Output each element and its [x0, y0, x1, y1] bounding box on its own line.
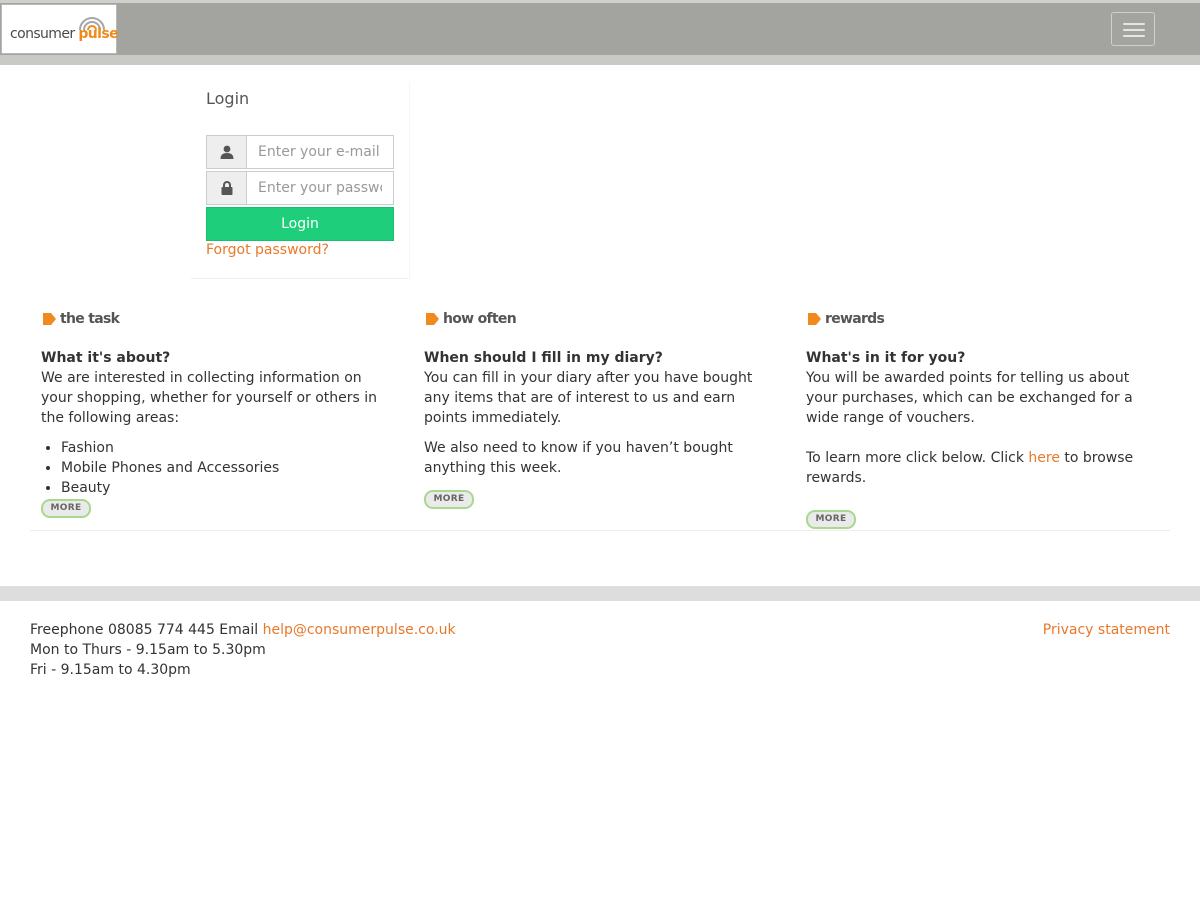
password-input-group	[206, 171, 394, 205]
footer-phone-line: Freephone 08085 774 445 Email help@consu…	[30, 620, 456, 640]
list-item: Beauty	[61, 478, 386, 498]
forgot-password-link[interactable]: Forgot password?	[206, 242, 329, 258]
column-question: When should I fill in my diary?	[424, 350, 663, 366]
password-input[interactable]	[247, 172, 393, 204]
heading-text: the task	[60, 311, 120, 327]
column-text-secondary: To learn more click below. Click here to…	[806, 448, 1151, 488]
footer-contact: Freephone 08085 774 445 Email help@consu…	[30, 620, 456, 680]
areas-list: Fashion Mobile Phones and Accessories Be…	[41, 438, 386, 498]
more-button[interactable]: MORE	[41, 499, 91, 518]
login-button[interactable]: Login	[206, 207, 394, 241]
list-item: Fashion	[61, 438, 386, 458]
email-input[interactable]	[247, 136, 393, 168]
privacy-statement-link[interactable]: Privacy statement	[1043, 620, 1170, 640]
user-icon	[220, 145, 233, 159]
phone-text: Freephone 08085 774 445 Email	[30, 622, 263, 638]
more-button[interactable]: MORE	[424, 490, 474, 509]
heading-text: how often	[443, 311, 517, 327]
user-icon-addon	[207, 136, 247, 168]
hamburger-bar	[1123, 23, 1145, 25]
hamburger-menu-button[interactable]	[1111, 12, 1155, 46]
rewards-here-link[interactable]: here	[1028, 450, 1060, 466]
footer-band	[0, 586, 1200, 601]
rewards-column: rewards What's in it for you? You will b…	[806, 309, 1151, 529]
browse-text-before: To learn more click below. Click	[806, 450, 1029, 466]
tag-icon	[43, 313, 56, 325]
task-column: the task What it's about? We are interes…	[41, 309, 386, 518]
column-question: What's in it for you?	[806, 350, 966, 366]
lock-icon	[221, 181, 232, 195]
navbar-subbar	[0, 55, 1200, 65]
tag-icon	[808, 313, 821, 325]
heading-text: rewards	[825, 311, 885, 327]
column-heading: rewards	[808, 309, 1151, 329]
footer-hours-weekday: Mon to Thurs - 9.15am to 5.30pm	[30, 642, 266, 658]
navbar	[0, 3, 1200, 55]
footer-hours-friday: Fri - 9.15am to 4.30pm	[30, 662, 191, 678]
how-often-column: how often When should I fill in my diary…	[424, 309, 769, 509]
column-text: We are interested in collecting informat…	[41, 370, 378, 426]
column-heading: the task	[43, 309, 386, 329]
list-item: Mobile Phones and Accessories	[61, 458, 386, 478]
hamburger-bar	[1123, 35, 1145, 37]
login-title: Login	[206, 89, 250, 108]
content-divider	[30, 530, 1170, 531]
site-logo[interactable]: consumer pulse	[1, 4, 119, 54]
logo-wordmark: consumer pulse	[10, 26, 119, 42]
column-text: You can fill in your diary after you hav…	[424, 370, 753, 426]
logo-word-pulse: pulse	[78, 26, 118, 42]
column-text: You will be awarded points for telling u…	[806, 370, 1133, 426]
hamburger-bar	[1123, 29, 1145, 31]
tag-icon	[426, 313, 439, 325]
column-question: What it's about?	[41, 350, 171, 366]
more-button[interactable]: MORE	[806, 510, 856, 529]
email-input-group	[206, 135, 394, 169]
email-link[interactable]: help@consumerpulse.co.uk	[263, 622, 456, 638]
logo-word-consumer: consumer	[10, 26, 75, 42]
column-text-secondary: We also need to know if you haven’t boug…	[424, 440, 733, 476]
lock-icon-addon	[207, 172, 247, 204]
column-heading: how often	[426, 309, 769, 329]
